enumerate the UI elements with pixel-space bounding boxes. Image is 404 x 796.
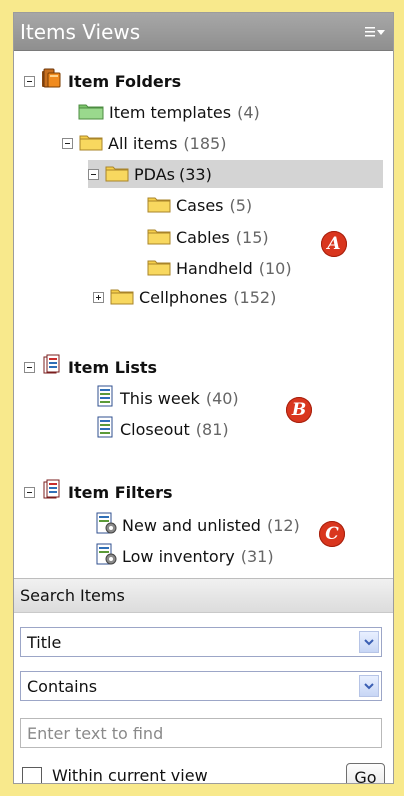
tree-node-item-templates[interactable]: Item templates (4) <box>77 98 260 126</box>
tree-node-count: (31) <box>240 546 274 566</box>
green-folder-icon <box>77 99 105 125</box>
collapse-toggle[interactable] <box>24 486 35 498</box>
search-field-value: Title <box>27 632 62 652</box>
callout-badge-a: A <box>321 231 347 257</box>
tree-node-label: Item Folders <box>68 71 182 91</box>
tree-node-label: Cellphones <box>139 287 228 307</box>
folder-icon <box>109 284 135 310</box>
tree-node-label: Cases <box>176 195 224 215</box>
list-menu-icon[interactable] <box>365 24 387 40</box>
items-views-panel: Items Views Item Folders Item templates … <box>13 12 394 784</box>
search-items-title: Search Items <box>20 586 125 605</box>
callout-badge-b: B <box>286 397 312 423</box>
tree-node-label: Item templates <box>109 102 232 122</box>
within-current-view-label: Within current view <box>52 766 208 784</box>
dropdown-arrow-icon[interactable] <box>359 631 379 653</box>
tree-node-label: Handheld <box>176 258 253 278</box>
panel-title: Items Views <box>20 20 141 44</box>
clipboard-icon <box>40 353 64 381</box>
folder-icon <box>104 161 130 187</box>
search-text-input[interactable] <box>20 718 382 748</box>
tree-node-all-items[interactable]: All items (185) <box>62 129 226 157</box>
tree-node-cables[interactable]: Cables (15) <box>146 223 269 251</box>
dropdown-arrow-icon[interactable] <box>359 675 379 697</box>
tree-node-label: Cables <box>176 227 230 247</box>
tree-node-closeout[interactable]: Closeout (81) <box>94 415 229 443</box>
tree-node-label: This week <box>120 388 200 408</box>
list-document-icon <box>94 415 116 443</box>
collapse-toggle[interactable] <box>88 168 99 180</box>
tree-node-label: Low inventory <box>122 546 235 566</box>
callout-badge-c: C <box>319 521 345 547</box>
search-field-select[interactable]: Title <box>20 627 382 657</box>
search-operator-select[interactable]: Contains <box>20 671 382 701</box>
filter-document-icon <box>94 511 118 539</box>
tree-node-cases[interactable]: Cases (5) <box>146 191 252 219</box>
tree-node-item-folders[interactable]: Item Folders <box>24 67 181 95</box>
collapse-toggle[interactable] <box>62 137 73 149</box>
collapse-toggle[interactable] <box>24 75 35 87</box>
tree-node-item-filters[interactable]: Item Filters <box>24 478 173 506</box>
tree-node-new-unlisted[interactable]: New and unlisted (12) <box>94 511 300 539</box>
clipboard-icon <box>40 478 64 506</box>
collapse-toggle[interactable] <box>24 361 35 373</box>
expand-toggle[interactable] <box>93 291 104 303</box>
folder-stack-icon <box>40 67 64 95</box>
tree-node-label: Item Lists <box>68 357 158 377</box>
folder-icon <box>146 224 172 250</box>
tree-node-label: Closeout <box>120 419 190 439</box>
items-tree: Item Folders Item templates (4) All item… <box>14 51 393 578</box>
panel-header: Items Views <box>14 13 393 51</box>
folder-icon <box>78 130 104 156</box>
tree-node-count: (185) <box>183 133 227 153</box>
tree-node-label: New and unlisted <box>122 515 261 535</box>
tree-node-label: Item Filters <box>68 482 173 502</box>
within-current-view-checkbox[interactable] <box>22 767 42 783</box>
tree-node-count: (5) <box>229 195 253 215</box>
tree-node-pdas[interactable]: PDAs (33) <box>88 160 383 188</box>
search-operator-value: Contains <box>27 676 98 696</box>
tree-node-count: (40) <box>205 388 239 408</box>
go-button[interactable]: Go <box>346 763 385 783</box>
tree-node-this-week[interactable]: This week (40) <box>94 384 239 412</box>
tree-node-count: (12) <box>266 515 300 535</box>
search-items-area: Title Contains Within current view Go <box>14 613 393 784</box>
tree-node-label: PDAs <box>134 164 175 184</box>
tree-node-count: (81) <box>195 419 229 439</box>
tree-node-count: (33) <box>178 164 212 184</box>
tree-node-label: All items <box>108 133 178 153</box>
filter-document-icon <box>94 542 118 570</box>
tree-node-count: (10) <box>258 258 292 278</box>
tree-node-cellphones[interactable]: Cellphones (152) <box>93 283 276 311</box>
list-document-icon <box>94 384 116 412</box>
tree-node-low-inventory[interactable]: Low inventory (31) <box>94 542 274 570</box>
tree-node-item-lists[interactable]: Item Lists <box>24 353 157 381</box>
folder-icon <box>146 192 172 218</box>
tree-node-count: (15) <box>235 227 269 247</box>
tree-node-count: (152) <box>233 287 277 307</box>
search-items-header: Search Items <box>14 578 393 613</box>
tree-node-handheld[interactable]: Handheld (10) <box>146 254 292 282</box>
folder-icon <box>146 255 172 281</box>
tree-node-count: (4) <box>237 102 260 122</box>
